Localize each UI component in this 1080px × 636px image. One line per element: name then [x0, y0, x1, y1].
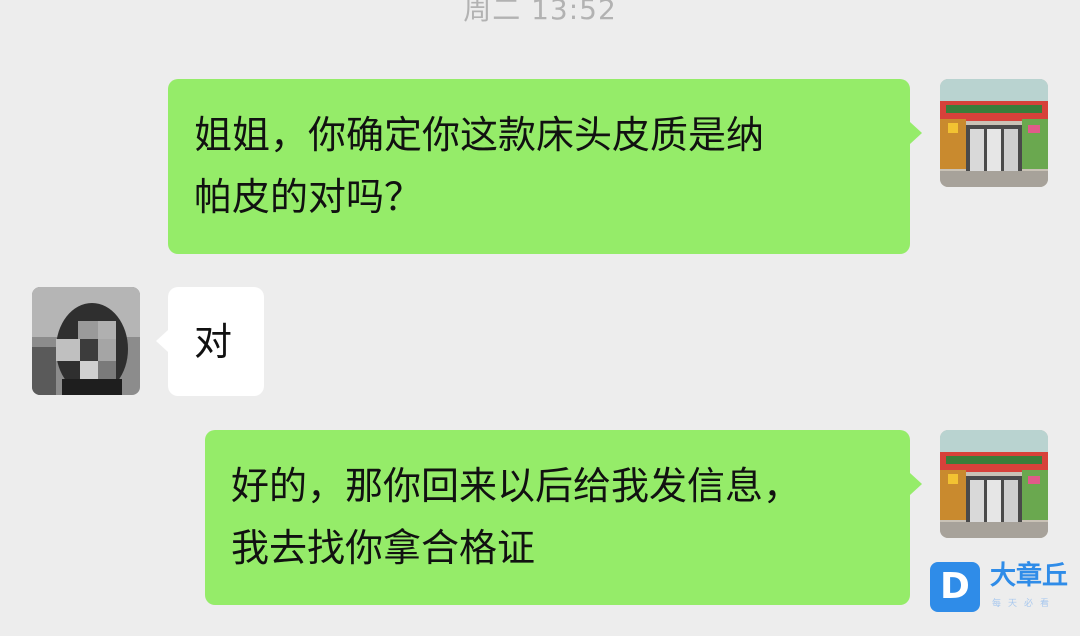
message-line: 对	[194, 320, 233, 364]
message-line: 帕皮的对吗？	[194, 175, 423, 219]
contact-avatar[interactable]	[32, 287, 140, 395]
bubble-tail	[910, 122, 922, 144]
bubble-tail	[910, 473, 922, 495]
my-avatar[interactable]	[940, 430, 1048, 538]
blurred-person-avatar-image	[32, 287, 140, 395]
storefront-avatar-image	[940, 430, 1048, 538]
incoming-message-bubble[interactable]: 对	[168, 287, 264, 396]
my-avatar[interactable]	[940, 79, 1048, 187]
message-line: 好的，那你回来以后给我发信息，	[231, 464, 802, 508]
message-line: 我去找你拿合格证	[231, 526, 536, 570]
bubble-tail	[156, 330, 168, 352]
outgoing-message-bubble[interactable]: 好的，那你回来以后给我发信息， 我去找你拿合格证	[205, 430, 910, 605]
chat-timestamp: 周二 13:52	[463, 0, 617, 26]
storefront-avatar-image	[940, 79, 1048, 187]
watermark-title: 大章丘	[990, 561, 1069, 591]
watermark: D 大章丘 每天必看	[930, 560, 1075, 616]
watermark-subtitle: 每天必看	[992, 599, 1057, 609]
outgoing-message-bubble[interactable]: 姐姐，你确定你这款床头皮质是纳 帕皮的对吗？	[168, 79, 910, 254]
message-line: 姐姐，你确定你这款床头皮质是纳	[194, 113, 765, 157]
watermark-logo-icon: D	[930, 562, 980, 612]
